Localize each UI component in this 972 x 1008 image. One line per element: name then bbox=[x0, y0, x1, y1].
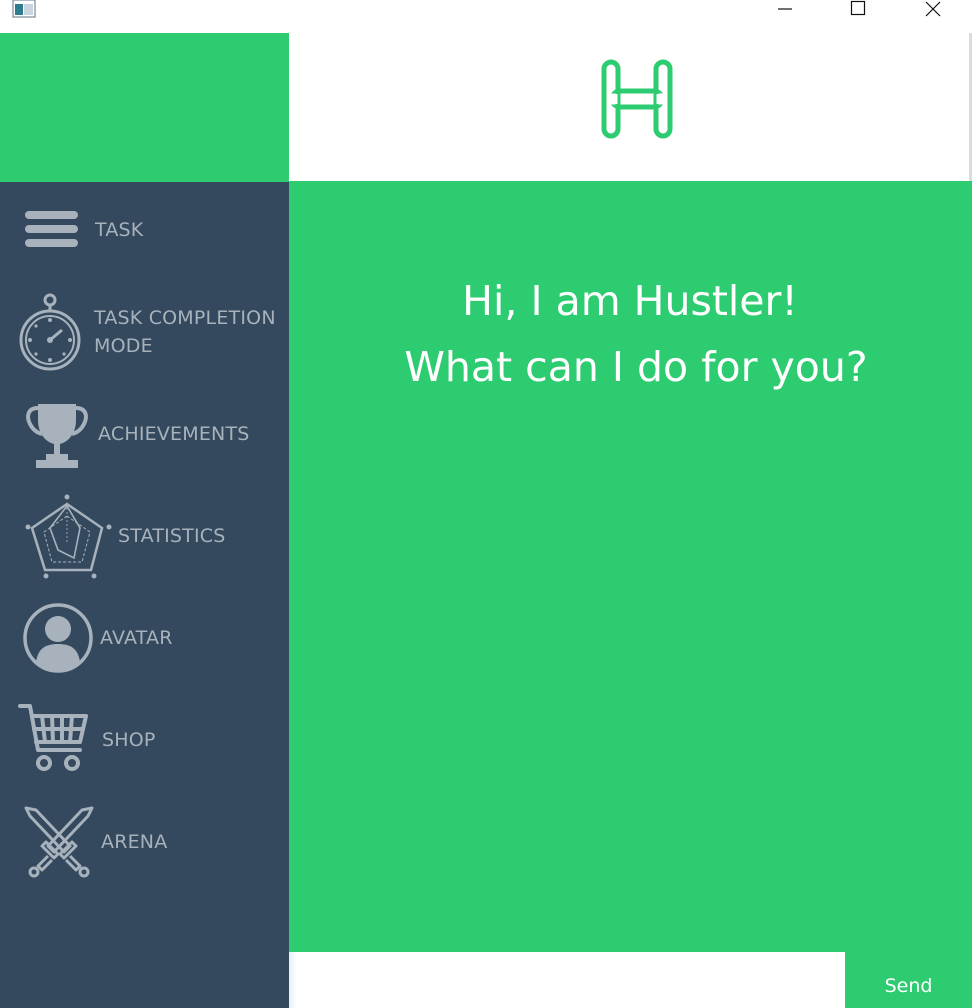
maximize-icon[interactable] bbox=[836, 0, 882, 20]
menu-lines-icon bbox=[25, 211, 78, 247]
sidebar-item-shop[interactable]: SHOP bbox=[0, 702, 289, 774]
shopping-cart-icon bbox=[18, 704, 88, 771]
sidebar-item-label: SHOP bbox=[102, 729, 156, 751]
minimize-icon[interactable] bbox=[762, 0, 808, 20]
sidebar-item-arena[interactable]: ARENA bbox=[0, 804, 289, 878]
sidebar-item-label: TASK COMPLETION bbox=[94, 307, 276, 329]
sidebar-item-task[interactable]: TASK bbox=[0, 202, 289, 260]
user-avatar-icon bbox=[23, 603, 93, 673]
greeting-subtitle: What can I do for you? bbox=[404, 343, 868, 391]
sidebar-item-achievements[interactable]: ACHIEVEMENTS bbox=[0, 398, 289, 470]
sidebar-item-statistics[interactable]: STATISTICS bbox=[0, 492, 289, 582]
app-window: TASK TASK COMPLETION MODE ACHIEVEMENTS S… bbox=[0, 0, 972, 1008]
sidebar-item-avatar[interactable]: AVATAR bbox=[0, 602, 289, 674]
sidebar-header bbox=[0, 33, 289, 182]
input-bar-edge bbox=[289, 952, 297, 1008]
app-icon bbox=[12, 0, 36, 18]
trophy-icon bbox=[26, 404, 88, 468]
close-icon[interactable] bbox=[910, 0, 956, 20]
sidebar-item-task-completion-mode[interactable]: TASK COMPLETION MODE bbox=[0, 290, 289, 371]
stopwatch-icon bbox=[19, 293, 81, 371]
sidebar-item-label: ACHIEVEMENTS bbox=[98, 423, 250, 445]
sidebar-item-label: AVATAR bbox=[100, 627, 173, 649]
chat-input[interactable] bbox=[299, 955, 851, 1005]
crossed-swords-icon bbox=[24, 806, 94, 878]
title-bar[interactable] bbox=[0, 0, 972, 33]
greeting-title: Hi, I am Hustler! bbox=[462, 277, 798, 325]
sidebar: TASK TASK COMPLETION MODE ACHIEVEMENTS S… bbox=[0, 182, 289, 1008]
hustler-h-logo-icon[interactable] bbox=[598, 58, 676, 140]
sidebar-item-label: STATISTICS bbox=[118, 525, 226, 547]
radar-chart-icon bbox=[25, 494, 112, 579]
send-button[interactable]: Send bbox=[845, 952, 972, 1008]
sidebar-item-label: ARENA bbox=[101, 831, 168, 853]
sidebar-item-label-line2: MODE bbox=[94, 335, 153, 357]
sidebar-item-label: TASK bbox=[95, 219, 144, 241]
